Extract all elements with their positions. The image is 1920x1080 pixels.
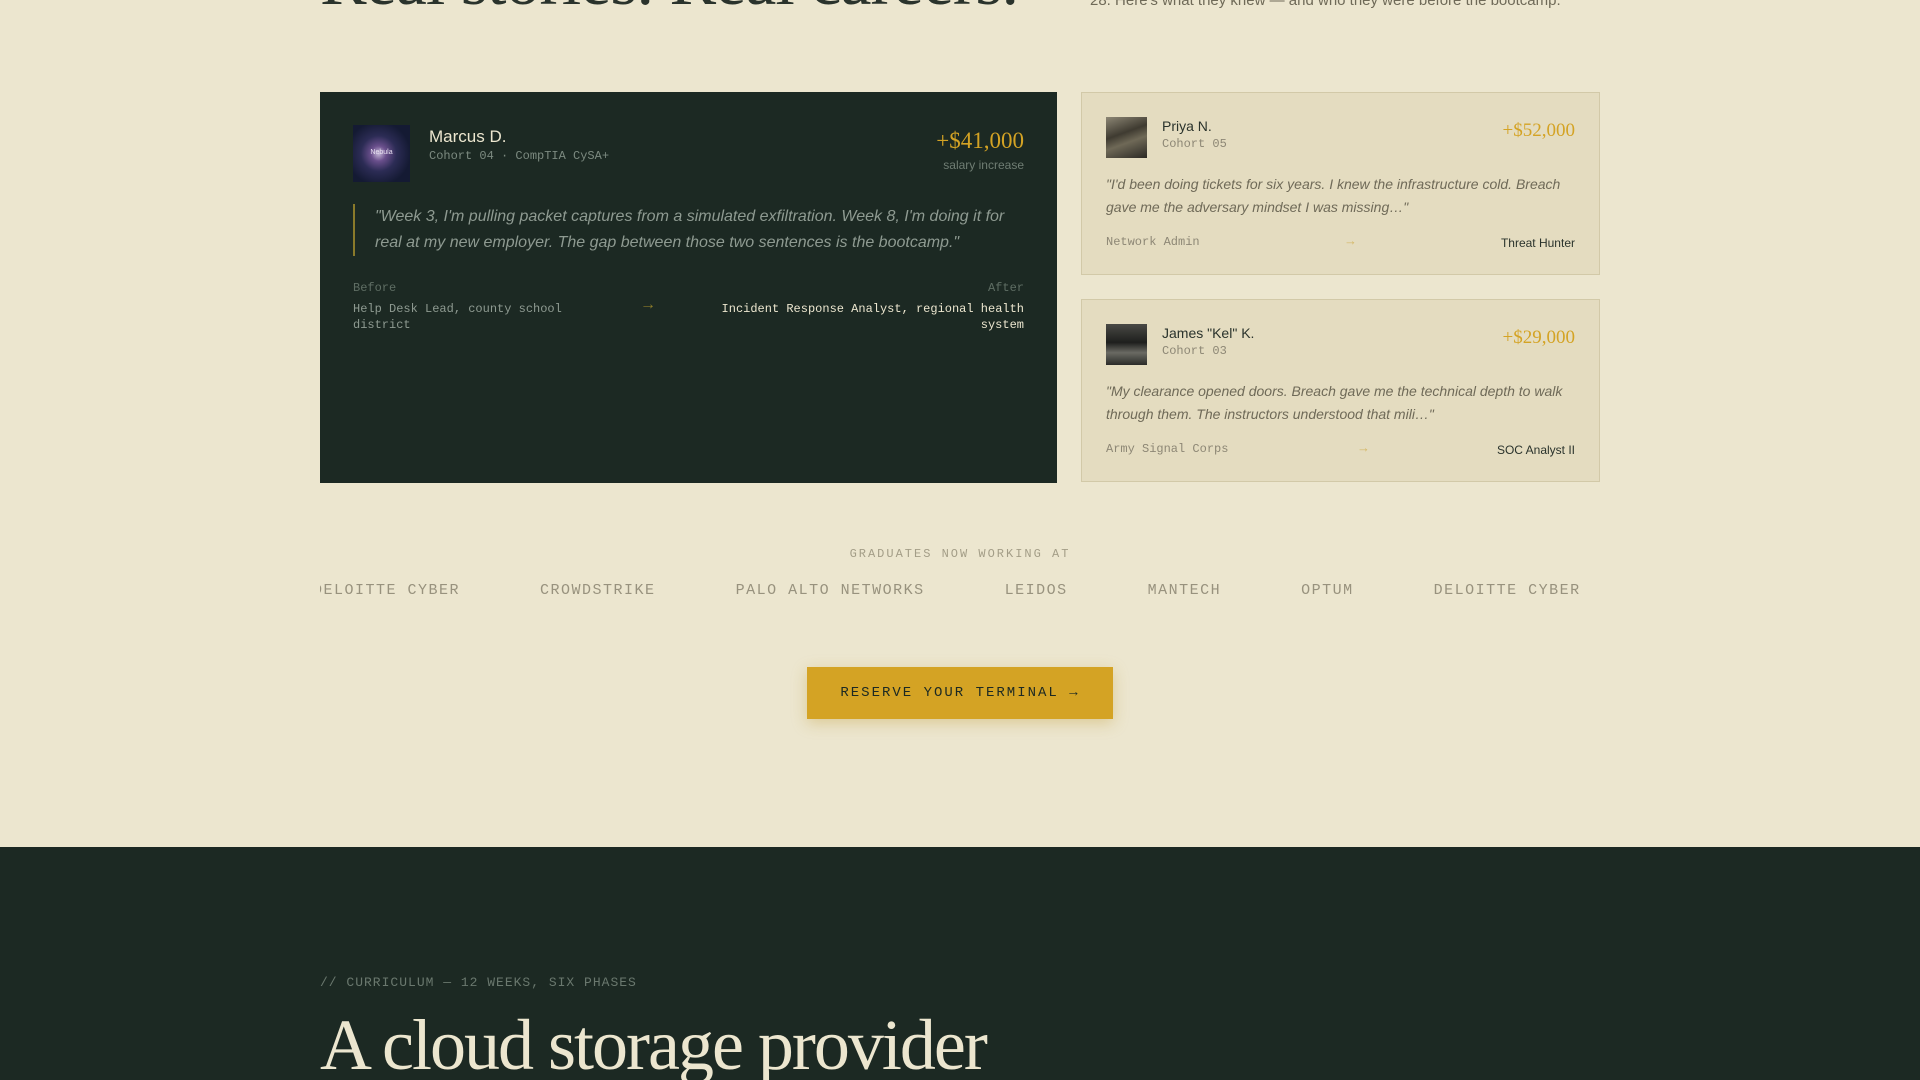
avatar bbox=[1106, 324, 1147, 365]
testimonial-card-james: James "Kel" K. Cohort 03 +$29,000 "My cl… bbox=[1081, 299, 1600, 482]
employer-logo: LEIDOS bbox=[1004, 582, 1068, 599]
employers-label: GRADUATES NOW WORKING AT bbox=[849, 547, 1071, 561]
salary-increase: +$41,000 bbox=[936, 128, 1024, 153]
testimonial-quote: "Week 3, I'm pulling packet captures fro… bbox=[353, 204, 1013, 256]
testimonials-heading: Real stories. Real careers. bbox=[320, 0, 1019, 22]
testimonial-card-priya: Priya N. Cohort 05 +$52,000 "I'd been do… bbox=[1081, 92, 1600, 275]
employer-logo: MANTECH bbox=[1147, 582, 1222, 599]
avatar: Nebula bbox=[353, 125, 410, 182]
before-role: Army Signal Corps bbox=[1106, 442, 1229, 456]
graduate-cohort: Cohort 05 bbox=[1162, 137, 1227, 151]
testimonial-quote: "My clearance opened doors. Breach gave … bbox=[1106, 383, 1563, 422]
avatar bbox=[1106, 117, 1147, 158]
employer-logo: CROWDSTRIKE bbox=[540, 582, 656, 599]
curriculum-section: // CURRICULUM — 12 WEEKS, SIX PHASES A c… bbox=[0, 847, 1920, 1080]
salary-increase-label: salary increase bbox=[943, 158, 1024, 172]
reserve-terminal-button[interactable]: RESERVE YOUR TERMINAL → bbox=[807, 667, 1113, 719]
before-role: Help Desk Lead, county school district bbox=[353, 302, 562, 332]
after-role: Incident Response Analyst, regional heal… bbox=[721, 302, 1024, 332]
after-label: After bbox=[987, 281, 1024, 295]
employer-logo: DELOITTE CYBER bbox=[320, 582, 461, 599]
graduate-cohort: Cohort 04 · CompTIA CySA+ bbox=[429, 149, 610, 163]
graduate-cohort: Cohort 03 bbox=[1162, 344, 1227, 358]
testimonials-intro: 28. Here's what they knew — and who they… bbox=[1090, 0, 1561, 9]
arrow-right-icon: → bbox=[1357, 440, 1370, 455]
employer-logo: DELOITTE CYBER bbox=[1433, 582, 1581, 599]
arrow-right-icon: → bbox=[640, 296, 656, 313]
employer-logo-track: DELOITTE CYBER CROWDSTRIKE PALO ALTO NET… bbox=[320, 582, 1581, 599]
before-role: Network Admin bbox=[1106, 235, 1200, 249]
featured-testimonial-card: Nebula Marcus D. Cohort 04 · CompTIA CyS… bbox=[320, 92, 1057, 483]
graduate-name: James "Kel" K. bbox=[1162, 325, 1255, 341]
salary-increase: +$52,000 bbox=[1502, 120, 1575, 141]
salary-increase: +$29,000 bbox=[1502, 327, 1575, 348]
employer-logo-marquee: DELOITTE CYBER CROWDSTRIKE PALO ALTO NET… bbox=[320, 582, 1600, 604]
arrow-right-icon: → bbox=[1344, 233, 1357, 248]
graduate-name: Marcus D. bbox=[429, 127, 507, 146]
before-label: Before bbox=[353, 281, 397, 295]
testimonial-quote: "I'd been doing tickets for six years. I… bbox=[1106, 176, 1561, 215]
curriculum-eyebrow: // CURRICULUM — 12 WEEKS, SIX PHASES bbox=[320, 975, 637, 990]
employer-logo: PALO ALTO NETWORKS bbox=[735, 582, 925, 599]
avatar-caption: Nebula bbox=[370, 149, 393, 156]
curriculum-heading: A cloud storage provider bbox=[320, 1005, 988, 1080]
after-role: Threat Hunter bbox=[1500, 236, 1575, 250]
after-role: SOC Analyst II bbox=[1496, 443, 1575, 457]
graduate-name: Priya N. bbox=[1162, 118, 1212, 134]
employer-logo: OPTUM bbox=[1301, 582, 1354, 599]
